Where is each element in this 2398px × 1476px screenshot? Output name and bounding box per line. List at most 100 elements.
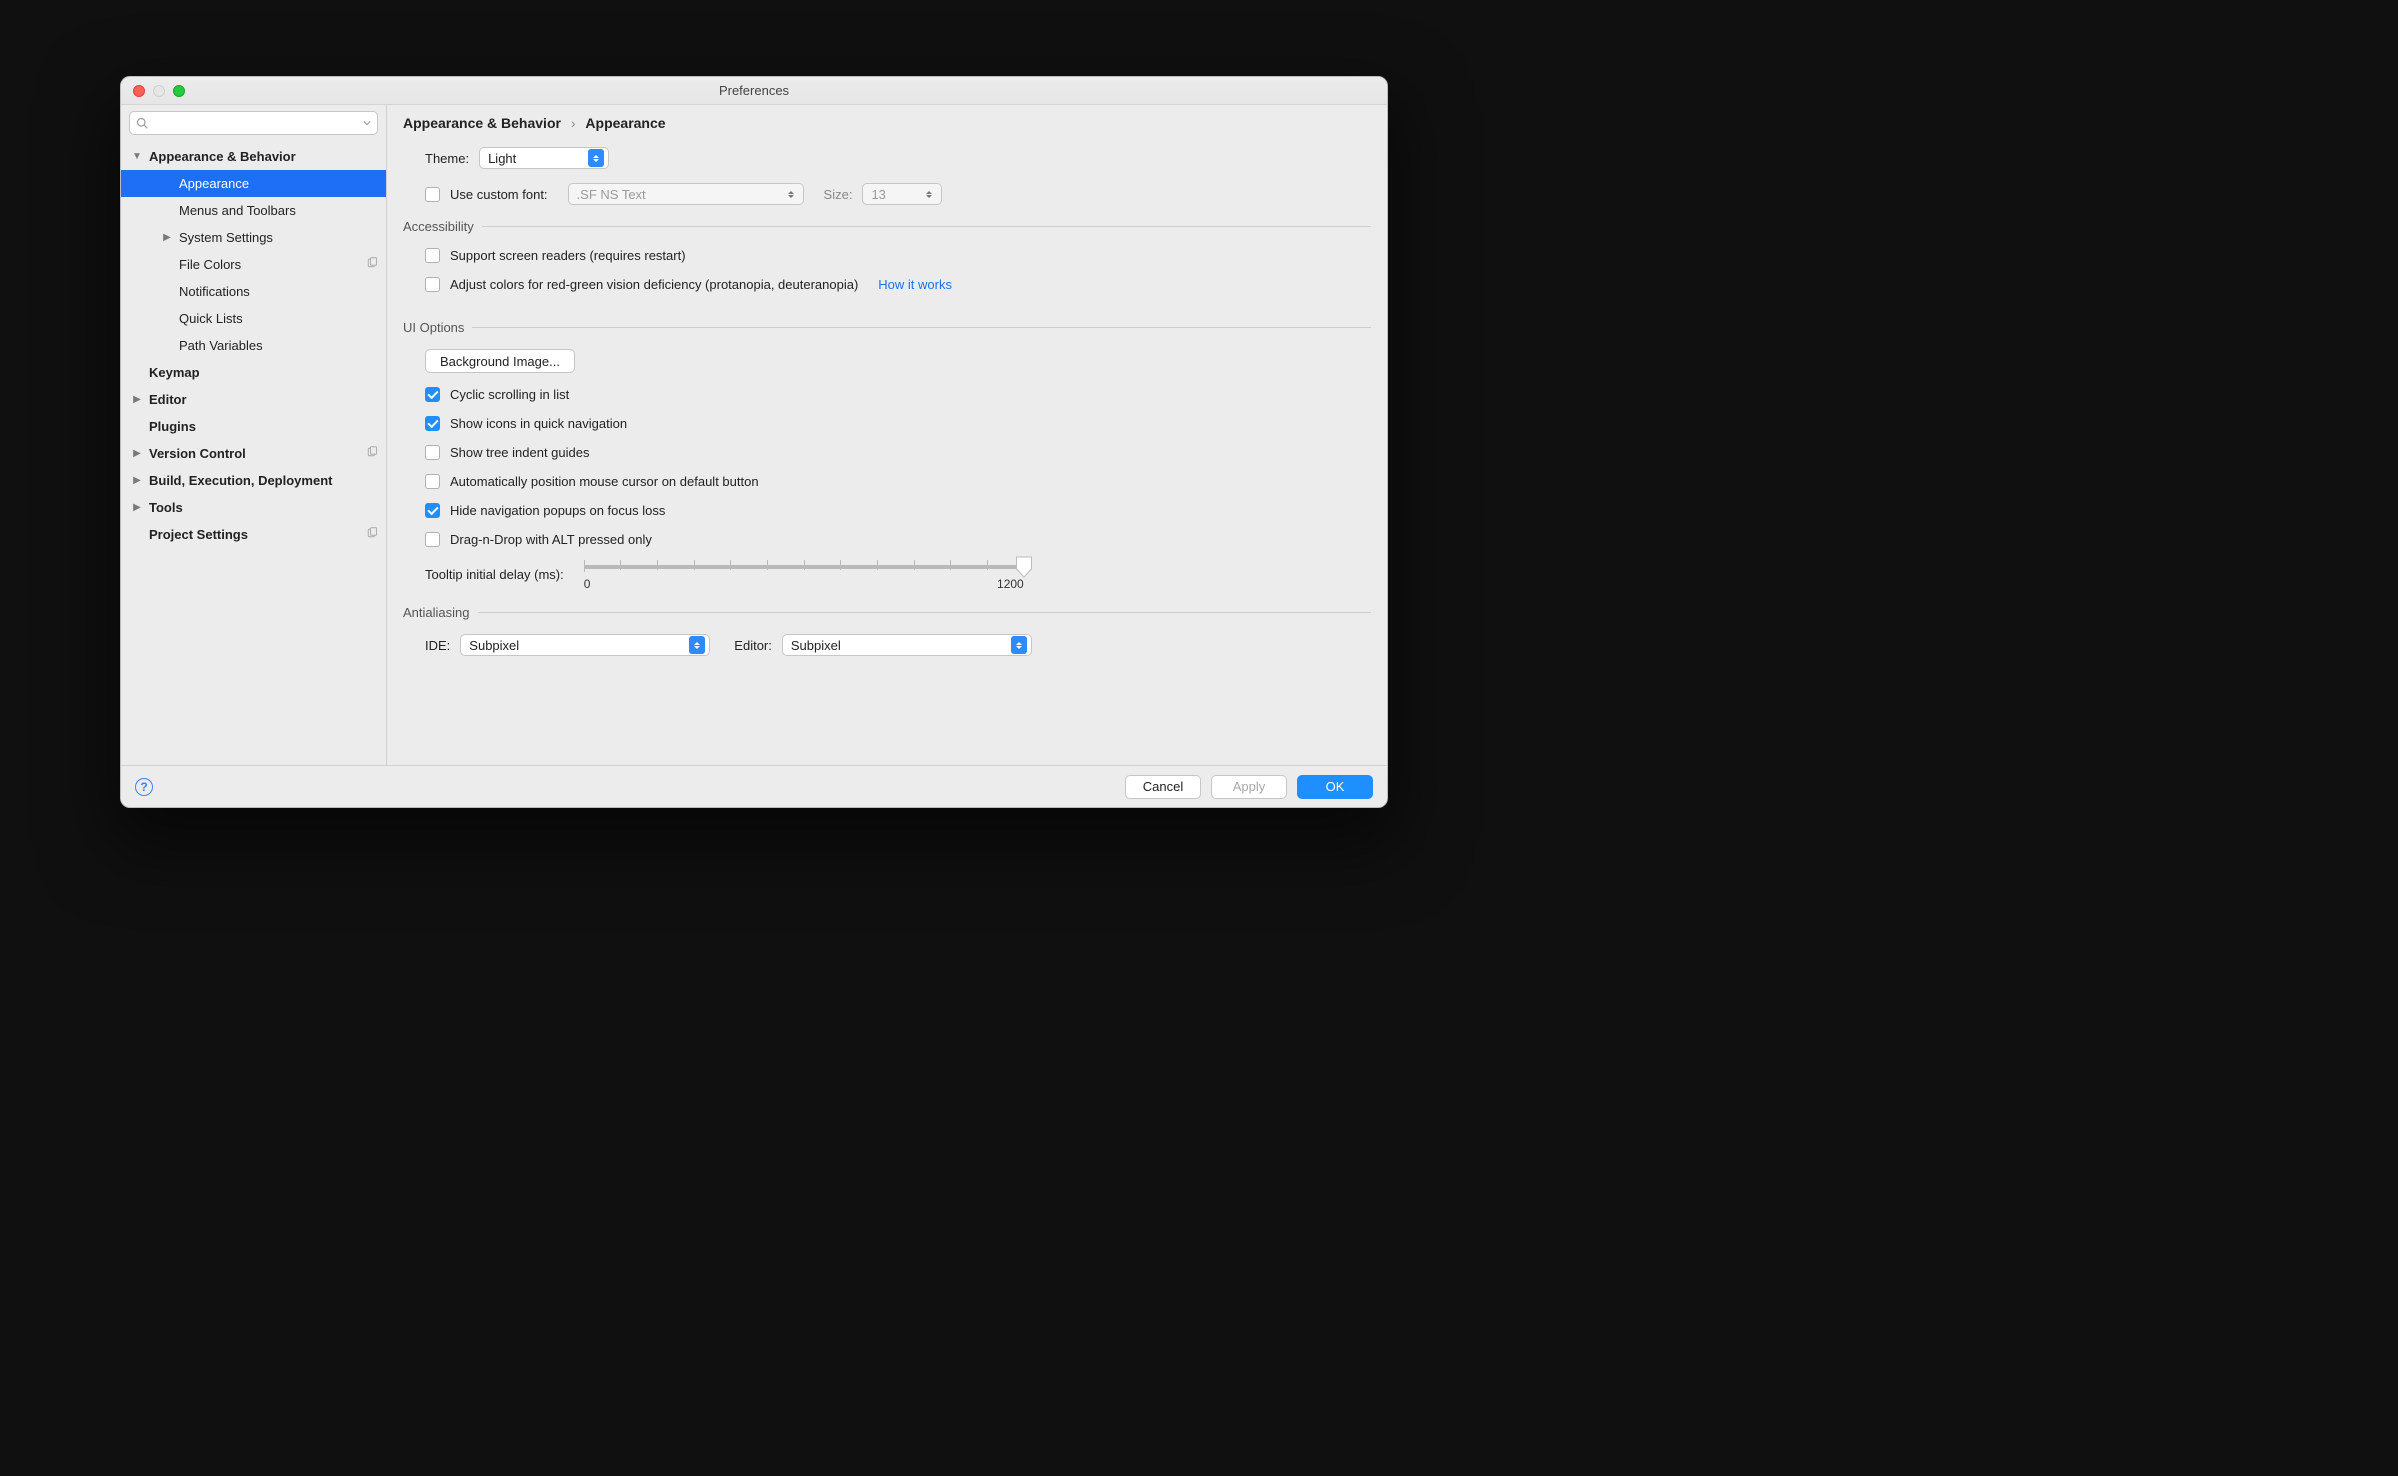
tree-item-label: Build, Execution, Deployment <box>149 473 378 488</box>
project-scope-icon <box>366 446 378 461</box>
cyclic-scrolling-label: Cyclic scrolling in list <box>450 387 569 402</box>
disclosure-arrow-icon: ▶ <box>131 475 143 486</box>
tree-item-label: Quick Lists <box>179 311 378 326</box>
tree-item-label: Project Settings <box>149 527 366 542</box>
search-icon <box>136 117 148 129</box>
help-button[interactable]: ? <box>135 778 153 796</box>
dialog-footer: ? Cancel Apply OK <box>121 765 1387 807</box>
breadcrumb: Appearance & Behavior › Appearance <box>387 105 1387 139</box>
disclosure-arrow-icon: ▶ <box>131 448 143 459</box>
tree-item[interactable]: Plugins <box>121 413 386 440</box>
use-custom-font-label: Use custom font: <box>450 187 548 202</box>
use-custom-font-checkbox[interactable] <box>425 187 440 202</box>
tree-item[interactable]: Quick Lists <box>121 305 386 332</box>
ui-options-legend: UI Options <box>403 320 472 335</box>
background-image-button[interactable]: Background Image... <box>425 349 575 373</box>
tree-item-label: System Settings <box>179 230 378 245</box>
aa-editor-label: Editor: <box>734 638 772 653</box>
font-size-label: Size: <box>824 187 853 202</box>
hide-popups-label: Hide navigation popups on focus loss <box>450 503 665 518</box>
aa-ide-label: IDE: <box>425 638 450 653</box>
tree-item[interactable]: ▶ System Settings <box>121 224 386 251</box>
window-title: Preferences <box>121 83 1387 98</box>
tree-item-label: Editor <box>149 392 378 407</box>
tree-item[interactable]: Project Settings <box>121 521 386 548</box>
disclosure-arrow-icon: ▼ <box>131 151 143 162</box>
tree-indent-label: Show tree indent guides <box>450 445 589 460</box>
drag-alt-checkbox[interactable] <box>425 532 440 547</box>
tree-item[interactable]: File Colors <box>121 251 386 278</box>
tree-item-label: Path Variables <box>179 338 378 353</box>
slider-thumb[interactable] <box>1015 556 1032 578</box>
tree-item[interactable]: Path Variables <box>121 332 386 359</box>
theme-label: Theme: <box>425 151 469 166</box>
stepper-icon <box>921 185 937 203</box>
color-deficiency-label: Adjust colors for red-green vision defic… <box>450 277 858 292</box>
ok-button[interactable]: OK <box>1297 775 1373 799</box>
aa-editor-select[interactable]: Subpixel <box>782 634 1032 656</box>
accessibility-legend: Accessibility <box>403 219 482 234</box>
tree-item-label: Appearance <box>179 176 378 191</box>
tree-item-label: Menus and Toolbars <box>179 203 378 218</box>
tree-item-label: Keymap <box>149 365 378 380</box>
tree-item-label: Tools <box>149 500 378 515</box>
antialiasing-group: Antialiasing IDE: Subpixel Editor: Subpi… <box>403 605 1371 656</box>
theme-select[interactable]: Light <box>479 147 609 169</box>
tree-item[interactable]: Menus and Toolbars <box>121 197 386 224</box>
breadcrumb-separator: › <box>571 115 576 131</box>
slider-min-label: 0 <box>584 577 591 591</box>
preferences-window: Preferences ▼Appearance & BehaviorAppear… <box>120 76 1388 808</box>
stepper-icon <box>689 636 705 654</box>
font-family-select[interactable]: .SF NS Text <box>568 183 804 205</box>
hide-popups-checkbox[interactable] <box>425 503 440 518</box>
show-icons-checkbox[interactable] <box>425 416 440 431</box>
drag-alt-label: Drag-n-Drop with ALT pressed only <box>450 532 652 547</box>
slider-max-label: 1200 <box>997 577 1024 591</box>
font-size-select[interactable]: 13 <box>862 183 942 205</box>
screen-readers-label: Support screen readers (requires restart… <box>450 248 686 263</box>
tree-item-label: Notifications <box>179 284 378 299</box>
tree-item-label: Version Control <box>149 446 366 461</box>
tree-item[interactable]: Appearance <box>121 170 386 197</box>
tree-item[interactable]: ▶ Tools <box>121 494 386 521</box>
stepper-icon <box>588 149 604 167</box>
screen-readers-checkbox[interactable] <box>425 248 440 263</box>
tree-item-label: Plugins <box>149 419 378 434</box>
cancel-button[interactable]: Cancel <box>1125 775 1201 799</box>
tree-item[interactable]: ▶ Version Control <box>121 440 386 467</box>
tooltip-delay-label: Tooltip initial delay (ms): <box>425 561 564 582</box>
project-scope-icon <box>366 257 378 272</box>
auto-cursor-label: Automatically position mouse cursor on d… <box>450 474 759 489</box>
accessibility-group: Accessibility Support screen readers (re… <box>403 219 1371 306</box>
tree-item[interactable]: Keymap <box>121 359 386 386</box>
tree-item-label: File Colors <box>179 257 366 272</box>
tree-item[interactable]: Notifications <box>121 278 386 305</box>
how-it-works-link[interactable]: How it works <box>878 277 952 292</box>
tree-item[interactable]: ▶ Editor <box>121 386 386 413</box>
search-input[interactable] <box>129 111 378 135</box>
tree-indent-checkbox[interactable] <box>425 445 440 460</box>
tooltip-delay-slider[interactable] <box>584 565 1024 569</box>
disclosure-arrow-icon: ▶ <box>131 394 143 405</box>
disclosure-arrow-icon: ▶ <box>131 502 143 513</box>
stepper-icon <box>1011 636 1027 654</box>
antialiasing-legend: Antialiasing <box>403 605 478 620</box>
breadcrumb-parent: Appearance & Behavior <box>403 115 561 131</box>
chevron-down-icon <box>363 119 371 127</box>
auto-cursor-checkbox[interactable] <box>425 474 440 489</box>
tree-item[interactable]: ▼ Appearance & Behavior <box>121 143 386 170</box>
titlebar: Preferences <box>121 77 1387 105</box>
disclosure-arrow-icon: ▶ <box>161 232 173 243</box>
tree-item[interactable]: ▶ Build, Execution, Deployment <box>121 467 386 494</box>
color-deficiency-checkbox[interactable] <box>425 277 440 292</box>
sidebar: ▼ Appearance & Behavior Appearance Menus an… <box>121 105 387 765</box>
stepper-icon <box>783 185 799 203</box>
aa-ide-select[interactable]: Subpixel <box>460 634 710 656</box>
settings-tree: ▼ Appearance & Behavior Appearance Menus an… <box>121 141 386 765</box>
tree-item-label: Appearance & Behavior <box>149 149 378 164</box>
ui-options-group: UI Options Background Image... Cyclic sc… <box>403 320 1371 591</box>
apply-button[interactable]: Apply <box>1211 775 1287 799</box>
show-icons-label: Show icons in quick navigation <box>450 416 627 431</box>
project-scope-icon <box>366 527 378 542</box>
cyclic-scrolling-checkbox[interactable] <box>425 387 440 402</box>
